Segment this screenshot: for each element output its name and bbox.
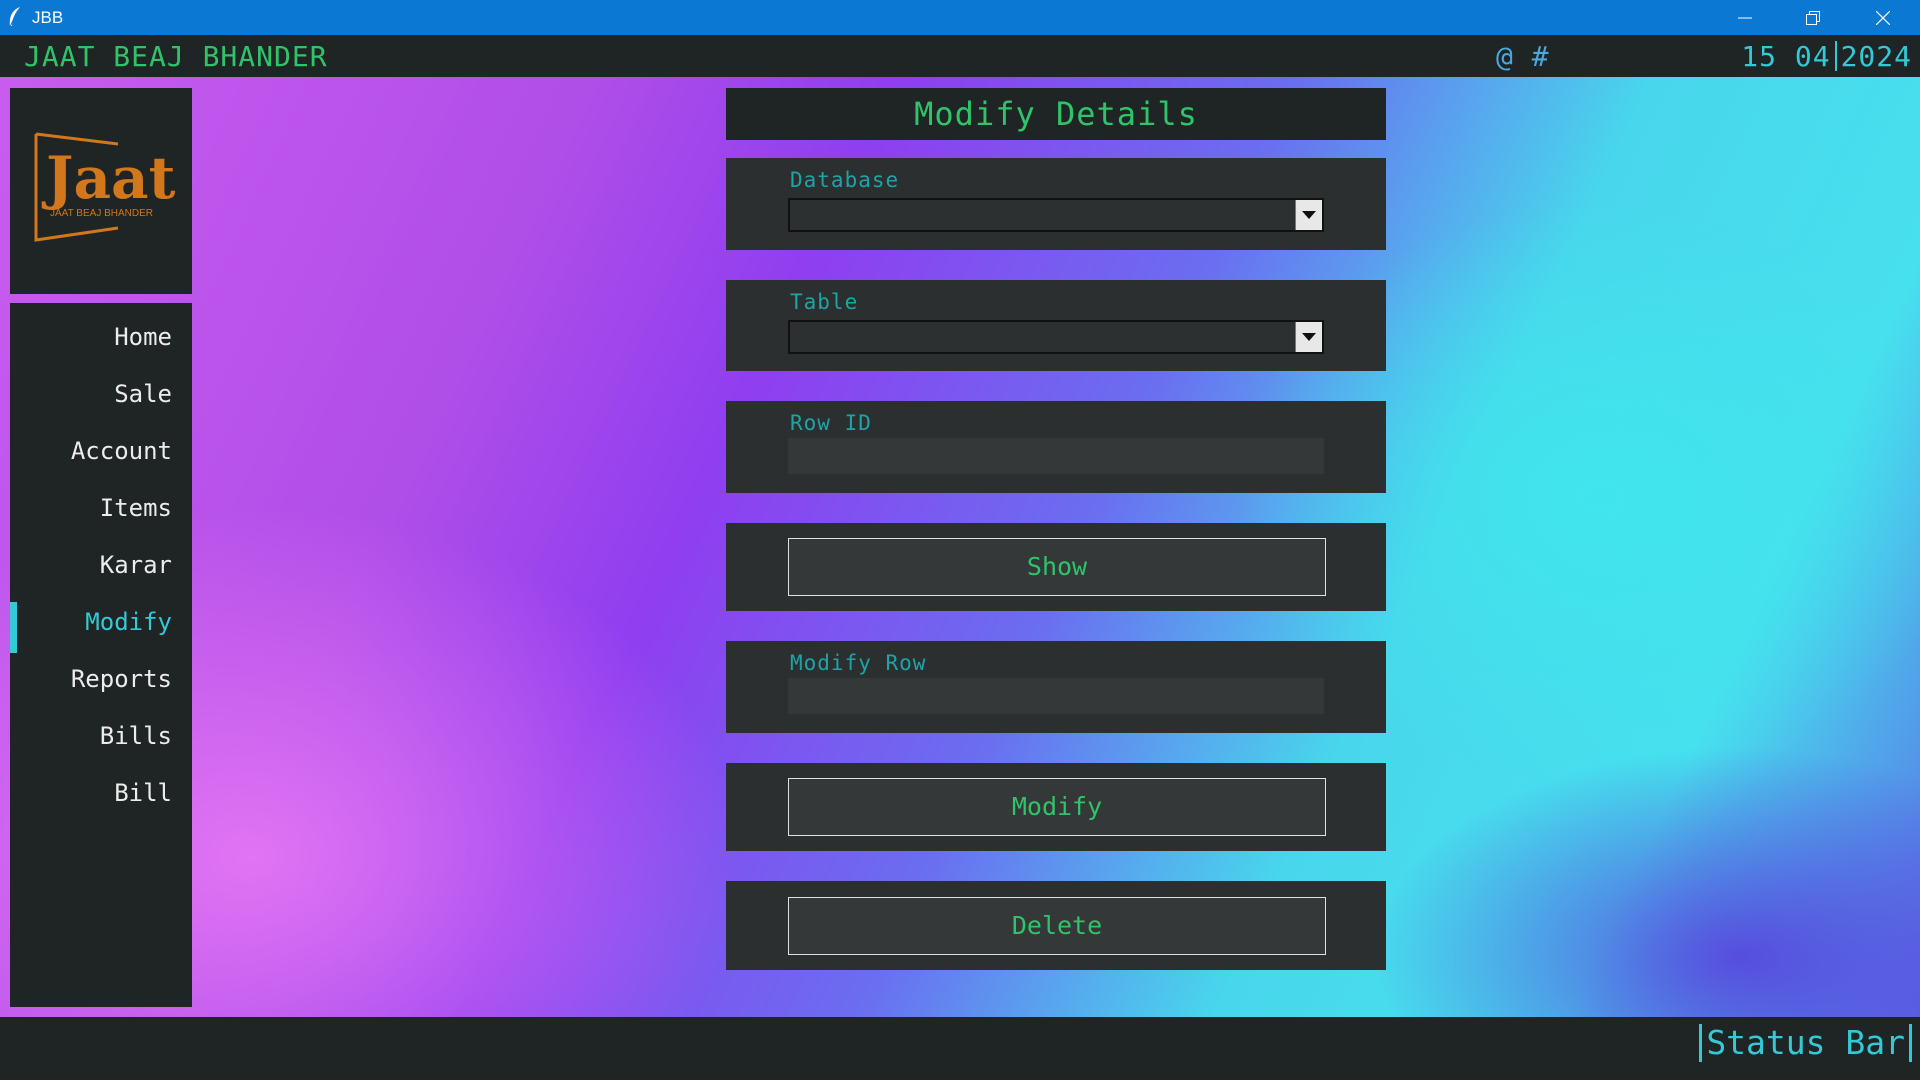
minimize-icon [1738,17,1752,18]
logo-wordmark: Jaat [41,144,176,212]
logo-subtitle: JAAT BEAJ BHANDER [50,208,153,219]
modify-button[interactable]: Modify [788,778,1326,836]
sidebar-nav: Home Sale Account Items Karar Modify Rep… [10,303,192,1007]
sidebar-item-karar[interactable]: Karar [10,541,192,589]
modify-section: Modify [726,763,1386,851]
sidebar-item-bills[interactable]: Bills [10,712,192,760]
brand-title: JAAT BEAJ BHANDER [24,40,328,73]
restore-icon [1806,10,1820,25]
window-titlebar: JBB [0,0,1920,35]
status-bar-text: Status Bar [1699,1024,1912,1062]
close-window-button[interactable] [1848,0,1918,35]
delete-button[interactable]: Delete [788,897,1326,955]
modify-row-label: Modify Row [790,651,927,675]
sidebar-item-items[interactable]: Items [10,484,192,532]
feather-icon [9,7,20,28]
table-combobox[interactable] [788,320,1324,354]
sidebar-item-sale[interactable]: Sale [10,370,192,418]
chevron-down-icon [1302,333,1316,341]
date-day-month: 15 04 [1741,40,1831,73]
sidebar-item-home[interactable]: Home [10,313,192,361]
header-symbols: @ # [1496,40,1550,73]
database-label: Database [790,168,900,192]
page-title: Modify Details [726,88,1386,140]
jaat-logo: Jaat JAAT BEAJ BHANDER [34,132,176,242]
date-year: 2024 [1840,40,1912,73]
header-date: 15 04 2024 [1741,40,1912,73]
restore-button[interactable] [1778,0,1848,35]
row-id-label: Row ID [790,411,872,435]
delete-section: Delete [726,881,1386,970]
sidebar-item-bill[interactable]: Bill [10,769,192,817]
table-section: Table [726,280,1386,371]
database-dropdown-button[interactable] [1295,200,1322,230]
row-id-input[interactable] [788,438,1324,474]
app-header: JAAT BEAJ BHANDER @ # 15 04 2024 [0,35,1920,77]
database-section: Database [726,158,1386,250]
show-section: Show [726,523,1386,611]
sidebar-item-account[interactable]: Account [10,427,192,475]
date-separator [1834,41,1837,71]
show-button[interactable]: Show [788,538,1326,596]
window-title: JBB [32,8,64,27]
row-id-section: Row ID [726,401,1386,493]
close-icon [1876,10,1890,25]
sidebar-item-reports[interactable]: Reports [10,655,192,703]
status-bar: Status Bar [0,1017,1920,1080]
sidebar-item-modify[interactable]: Modify [10,598,192,653]
table-dropdown-button[interactable] [1295,322,1322,352]
table-label: Table [790,290,859,314]
minimize-button[interactable] [1710,0,1780,35]
modify-row-section: Modify Row [726,641,1386,733]
logo-panel: Jaat JAAT BEAJ BHANDER [10,88,192,294]
modify-row-input[interactable] [788,678,1324,714]
chevron-down-icon [1302,211,1316,219]
database-combobox[interactable] [788,198,1324,232]
